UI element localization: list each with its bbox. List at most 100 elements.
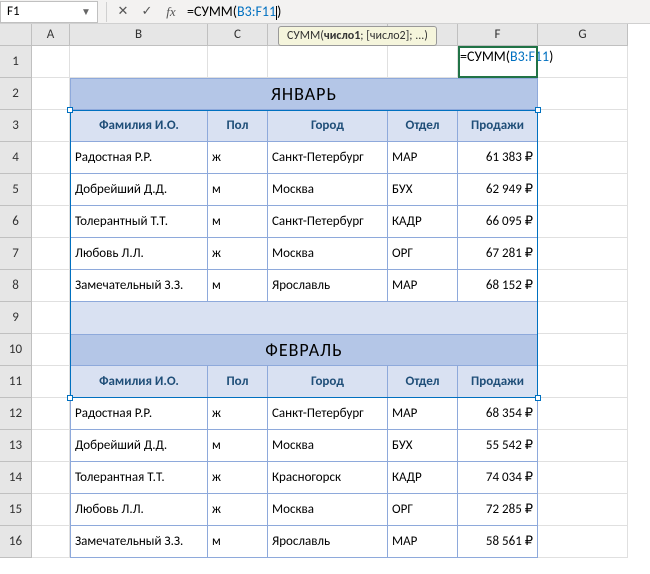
row-header[interactable]: 1	[0, 46, 32, 78]
table-row[interactable]: Радостная Р.Р.жСанкт-ПетербургМАР61 383 …	[70, 142, 538, 174]
cell[interactable]: 74 034 ₽	[458, 462, 538, 494]
cell[interactable]: 66 095 ₽	[458, 206, 538, 238]
row-header[interactable]: 5	[0, 174, 32, 206]
row-header[interactable]: 2	[0, 78, 32, 110]
fx-button[interactable]: fx	[159, 2, 183, 22]
cell[interactable]: Добрейший Д.Д.	[70, 174, 208, 206]
formula-input[interactable]: =СУММ(B3:F11)	[183, 3, 650, 20]
cell[interactable]: Замечательный З.З.	[70, 526, 208, 558]
cell[interactable]: КАДР	[388, 206, 458, 238]
col-header-G[interactable]: G	[538, 24, 628, 46]
col-header-C[interactable]: C	[208, 24, 268, 46]
cell[interactable]: Добрейший Д.Д.	[70, 430, 208, 462]
cell[interactable]: м	[208, 206, 268, 238]
row-header[interactable]: 9	[0, 302, 32, 334]
cell[interactable]: Москва	[268, 174, 388, 206]
cell[interactable]: БУХ	[388, 174, 458, 206]
table-row[interactable]: Добрейший Д.Д.мМоскваБУХ62 949 ₽	[70, 174, 538, 206]
cell[interactable]: Толерантная Т.Т.	[70, 462, 208, 494]
cell[interactable]: 58 561 ₽	[458, 526, 538, 558]
cell[interactable]: м	[208, 430, 268, 462]
cell[interactable]: ж	[208, 398, 268, 430]
cell[interactable]: ж	[208, 462, 268, 494]
cell[interactable]: Любовь Л.Л.	[70, 494, 208, 526]
cell[interactable]: Радостная Р.Р.	[70, 398, 208, 430]
col-header-F[interactable]: F	[458, 24, 538, 46]
header-gender: Пол	[208, 110, 268, 142]
cell[interactable]: МАР	[388, 398, 458, 430]
cell[interactable]: м	[208, 270, 268, 302]
row-header[interactable]: 11	[0, 366, 32, 398]
cell[interactable]: Толерантный Т.Т.	[70, 206, 208, 238]
col-header-B[interactable]: B	[70, 24, 208, 46]
cell[interactable]: Москва	[268, 430, 388, 462]
cell[interactable]: 62 949 ₽	[458, 174, 538, 206]
row-header[interactable]: 13	[0, 430, 32, 462]
row-headers: 1 2 3 4 5 6 7 8 9 10 11 12 13 14 15 16	[0, 46, 32, 558]
cell[interactable]: КАДР	[388, 462, 458, 494]
chevron-down-icon[interactable]: ▼	[81, 5, 91, 18]
row-header[interactable]: 6	[0, 206, 32, 238]
cell[interactable]: Ярославль	[268, 270, 388, 302]
header-dept: Отдел	[388, 110, 458, 142]
row-header[interactable]: 3	[0, 110, 32, 142]
cell[interactable]: Ярославль	[268, 526, 388, 558]
cell[interactable]: 68 152 ₽	[458, 270, 538, 302]
cell[interactable]: ОРГ	[388, 494, 458, 526]
row-header[interactable]: 4	[0, 142, 32, 174]
cell[interactable]: м	[208, 526, 268, 558]
cell[interactable]: 67 281 ₽	[458, 238, 538, 270]
row-header[interactable]: 7	[0, 238, 32, 270]
cell[interactable]: Москва	[268, 494, 388, 526]
cell[interactable]: МАР	[388, 270, 458, 302]
table-row[interactable]: Замечательный З.З.мЯрославльМАР58 561 ₽	[70, 526, 538, 558]
cell[interactable]: Радостная Р.Р.	[70, 142, 208, 174]
cell[interactable]: Санкт-Петербург	[268, 398, 388, 430]
cell[interactable]: Замечательный З.З.	[70, 270, 208, 302]
cell[interactable]: Москва	[268, 238, 388, 270]
row-header[interactable]: 8	[0, 270, 32, 302]
cell[interactable]: БУХ	[388, 430, 458, 462]
name-box-text: F1	[7, 4, 81, 19]
cell[interactable]: ОРГ	[388, 238, 458, 270]
name-box[interactable]: F1 ▼	[0, 1, 98, 23]
cell[interactable]: Любовь Л.Л.	[70, 238, 208, 270]
cell[interactable]: Красногорск	[268, 462, 388, 494]
table-header: Фамилия И.О. Пол Город Отдел Продажи	[70, 110, 538, 142]
table-row[interactable]: Любовь Л.Л.жМоскваОРГ72 285 ₽	[70, 494, 538, 526]
tooltip-arg1: число1	[324, 29, 360, 43]
cell[interactable]: 55 542 ₽	[458, 430, 538, 462]
cell[interactable]: ж	[208, 494, 268, 526]
cells-area[interactable]: ЯНВАРЬ Фамилия И.О. Пол Город Отдел Прод…	[32, 46, 628, 558]
cell[interactable]: 72 285 ₽	[458, 494, 538, 526]
month-title-feb: ФЕВРАЛЬ	[70, 334, 538, 366]
cell[interactable]: ж	[208, 238, 268, 270]
header-dept: Отдел	[388, 366, 458, 398]
formula-bar: F1 ▼ ✕ ✓ fx =СУММ(B3:F11)	[0, 0, 650, 24]
row-header[interactable]: 16	[0, 526, 32, 558]
cell[interactable]: Санкт-Петербург	[268, 142, 388, 174]
table-row[interactable]: Толерантная Т.Т.жКрасногорскКАДР74 034 ₽	[70, 462, 538, 494]
cancel-button[interactable]: ✕	[111, 2, 135, 22]
cell[interactable]: ж	[208, 142, 268, 174]
table-row[interactable]: Радостная Р.Р.жСанкт-ПетербургМАР68 354 …	[70, 398, 538, 430]
cell[interactable]: МАР	[388, 526, 458, 558]
cell[interactable]: м	[208, 174, 268, 206]
table-row[interactable]: Толерантный Т.Т.мСанкт-ПетербургКАДР66 0…	[70, 206, 538, 238]
table-row[interactable]: Добрейший Д.Д.мМоскваБУХ55 542 ₽	[70, 430, 538, 462]
cell[interactable]: МАР	[388, 142, 458, 174]
table-row[interactable]: Любовь Л.Л.жМоскваОРГ67 281 ₽	[70, 238, 538, 270]
col-header-A[interactable]: A	[32, 24, 70, 46]
cell[interactable]: 61 383 ₽	[458, 142, 538, 174]
row-header[interactable]: 15	[0, 494, 32, 526]
cell[interactable]: Санкт-Петербург	[268, 206, 388, 238]
row-header[interactable]: 10	[0, 334, 32, 366]
formula-ref: B3:F11	[237, 3, 276, 20]
cell[interactable]: 68 354 ₽	[458, 398, 538, 430]
tooltip-fn: СУММ	[287, 29, 320, 43]
row-header[interactable]: 12	[0, 398, 32, 430]
enter-button[interactable]: ✓	[135, 2, 159, 22]
select-all-corner[interactable]	[0, 24, 32, 46]
row-header[interactable]: 14	[0, 462, 32, 494]
table-row[interactable]: Замечательный З.З.мЯрославльМАР68 152 ₽	[70, 270, 538, 302]
